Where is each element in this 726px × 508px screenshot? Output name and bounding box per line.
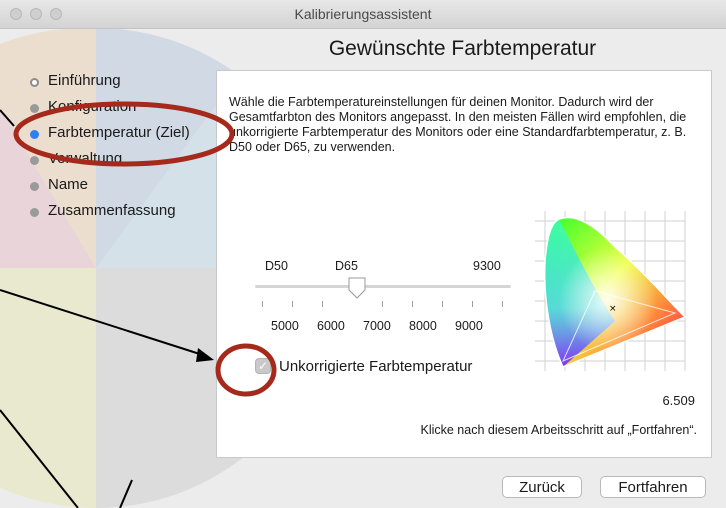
step-label: Zusammenfassung [48,202,176,219]
step-item-farbtemperatur: Farbtemperatur (Ziel) [30,124,230,146]
checkbox-label[interactable]: Unkorrigierte Farbtemperatur [279,358,472,375]
page-title: Gewünschte Farbtemperatur [328,37,597,60]
uncorrected-temperature-checkbox[interactable]: ✓ [255,358,271,374]
slider-tick [382,301,383,307]
step-item-zusammenfassung: Zusammenfassung [30,202,230,224]
slider-label-d50: D50 [265,259,288,273]
slider-label-6000: 6000 [317,319,345,333]
step-label: Konfiguration [48,98,137,115]
step-status-icon [30,78,39,87]
calibration-window: Kalibrierungsassistent Gewünschte Farbte… [0,0,726,508]
slider-tick [442,301,443,307]
step-item-einfuehrung: Einführung [30,72,230,94]
slider-tick [412,301,413,307]
slider-label-9300: 9300 [473,259,501,273]
slider-label-9000: 9000 [455,319,483,333]
step-label: Einführung [48,72,121,89]
temperature-slider-track[interactable] [255,285,511,288]
temperature-value: 6.509 [662,393,695,408]
slider-label-8000: 8000 [409,319,437,333]
step-item-verwaltung: Verwaltung [30,150,230,172]
description-text: Wähle die Farbtemperatureinstellungen fü… [229,95,687,154]
slider-tick [472,301,473,307]
step-label: Name [48,176,89,193]
white-point-marker: × [609,304,617,314]
step-item-name: Name [30,176,230,198]
slider-tick [502,301,503,307]
step-status-icon [30,208,39,217]
content-panel: Wähle die Farbtemperatureinstellungen fü… [216,70,712,458]
slider-tick [292,301,293,307]
title-bar[interactable]: Kalibrierungsassistent [0,0,726,29]
step-item-konfiguration: Konfiguration [30,98,230,120]
step-label: Verwaltung [48,150,123,167]
continue-button[interactable]: Fortfahren [600,476,706,498]
slider-tick [262,301,263,307]
step-status-icon [30,130,39,139]
step-label: Farbtemperatur (Ziel) [48,124,190,141]
cie-chromaticity-diagram: × [535,211,687,371]
temperature-slider-thumb[interactable] [347,277,367,299]
slider-label-7000: 7000 [363,319,391,333]
hint-text: Klicke nach diesem Arbeitsschritt auf „F… [420,423,697,437]
slider-label-d65: D65 [335,259,358,273]
step-status-icon [30,182,39,191]
slider-tick [322,301,323,307]
window-title: Kalibrierungsassistent [294,6,432,22]
step-status-icon [30,156,39,165]
slider-label-5000: 5000 [271,319,299,333]
step-status-icon [30,104,39,113]
back-button[interactable]: Zurück [502,476,582,498]
